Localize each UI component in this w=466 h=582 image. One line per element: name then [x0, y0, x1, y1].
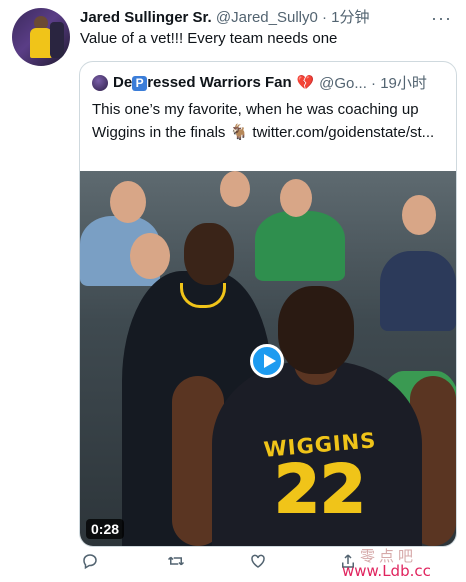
quoted-tweet[interactable]: De Pressed Warriors Fan 💔 @Go... · 19小时 T…	[79, 61, 457, 547]
broken-heart-icon: 💔	[296, 74, 315, 90]
author-handle-time[interactable]: @Jared_Sully0 · 1分钟	[216, 9, 370, 26]
like-icon[interactable]	[246, 552, 270, 576]
more-options-icon[interactable]: ···	[431, 8, 452, 29]
quote-author-avatar[interactable]	[92, 74, 108, 91]
crowd-face	[280, 179, 312, 217]
avatar-figure-jersey	[30, 28, 52, 58]
play-icon[interactable]	[250, 344, 284, 378]
tweet-header: Jared Sullinger Sr. @Jared_Sully0 · 1分钟	[80, 6, 370, 27]
retweet-icon[interactable]	[164, 552, 188, 576]
site-watermark: 零点吧 www.Ldb.cc	[342, 545, 462, 581]
coach-head	[184, 223, 234, 285]
quote-header: De Pressed Warriors Fan 💔 @Go... · 19小时	[92, 72, 427, 93]
quote-handle-time: @Go... · 19小时	[319, 75, 427, 92]
video-duration: 0:28	[86, 519, 125, 539]
crowd-fan	[380, 251, 456, 331]
p-badge-icon: P	[132, 76, 148, 91]
quote-author-name[interactable]: De Pressed Warriors Fan	[113, 74, 292, 91]
video-thumbnail[interactable]: WIGGINS 22 0:28	[80, 171, 456, 546]
jersey-number: 22	[273, 450, 367, 529]
author-avatar[interactable]	[12, 8, 70, 66]
quote-text: This one’s my favorite, when he was coac…	[92, 101, 435, 141]
avatar-figure-second	[50, 22, 64, 58]
crowd-face	[130, 233, 170, 279]
crowd-face	[220, 171, 250, 207]
author-name[interactable]: Jared Sullinger Sr.	[80, 9, 212, 26]
watermark-url: www.Ldb.cc	[342, 562, 431, 580]
crowd-face	[402, 195, 436, 235]
reply-icon[interactable]	[78, 552, 102, 576]
crowd-fan	[255, 211, 345, 281]
player-head	[278, 286, 354, 374]
tweet-text: Value of a vet!!! Every team needs one	[80, 30, 338, 47]
crowd-face	[110, 181, 146, 223]
